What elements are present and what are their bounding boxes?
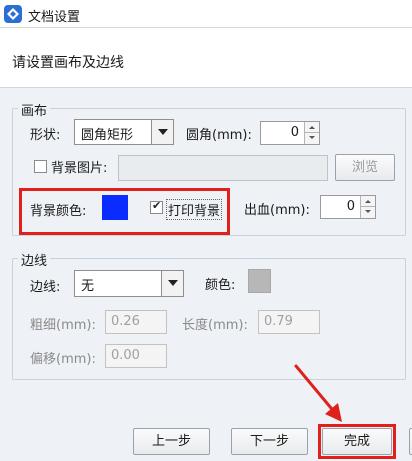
length-label: 长度(mm): bbox=[182, 318, 248, 333]
corner-label: 圆角(mm): bbox=[186, 128, 252, 143]
length-value: 0.79 bbox=[264, 314, 293, 329]
instruction-text: 请设置画布及边线 bbox=[12, 55, 124, 71]
dialog-header: 请设置画布及边线 bbox=[0, 28, 412, 88]
canvas-legend: 画布 bbox=[18, 100, 51, 119]
spin-up-icon[interactable] bbox=[361, 196, 375, 207]
shape-select-value: 圆角矩形 bbox=[81, 128, 134, 143]
border-color-label: 颜色: bbox=[205, 278, 236, 293]
corner-spinner[interactable]: 0 bbox=[260, 121, 320, 145]
browse-button[interactable]: 浏览 bbox=[335, 154, 395, 181]
offset-field[interactable]: 0.00 bbox=[105, 344, 167, 368]
bg-color-swatch[interactable] bbox=[102, 195, 128, 220]
bg-image-path-field bbox=[118, 155, 328, 181]
offset-value: 0.00 bbox=[111, 348, 140, 363]
window-title: 文档设置 bbox=[28, 10, 81, 25]
app-icon bbox=[4, 5, 22, 23]
print-bg-checkbox[interactable] bbox=[150, 199, 163, 214]
title-bar: 文档设置 bbox=[0, 0, 412, 28]
border-legend: 边线 bbox=[18, 250, 51, 269]
corner-spinner-buttons bbox=[304, 122, 319, 144]
line-select[interactable]: 无 bbox=[74, 270, 184, 297]
chevron-down-icon[interactable] bbox=[161, 271, 183, 296]
thickness-label: 粗细(mm): bbox=[30, 318, 96, 333]
arrow-annotation-icon bbox=[294, 364, 342, 422]
prev-button[interactable]: 上一步 bbox=[133, 428, 210, 455]
border-color-swatch[interactable] bbox=[248, 269, 271, 293]
length-field[interactable]: 0.79 bbox=[258, 310, 320, 334]
bleed-spinner[interactable]: 0 bbox=[320, 195, 376, 219]
print-bg-label[interactable]: 打印背景 bbox=[166, 199, 223, 220]
chevron-down-icon[interactable] bbox=[151, 120, 173, 144]
bg-color-label: 背景颜色: bbox=[30, 204, 87, 219]
shape-label: 形状: bbox=[30, 128, 61, 143]
bg-image-label: 背景图片: bbox=[51, 161, 108, 176]
bg-image-checkbox[interactable] bbox=[34, 160, 47, 173]
bleed-spinner-buttons bbox=[360, 196, 375, 218]
bleed-value: 0 bbox=[346, 199, 355, 214]
spin-down-icon[interactable] bbox=[305, 133, 319, 144]
shape-select[interactable]: 圆角矩形 bbox=[74, 119, 174, 145]
bleed-label: 出血(mm): bbox=[244, 203, 310, 218]
line-select-value: 无 bbox=[81, 279, 95, 294]
offset-label: 偏移(mm): bbox=[30, 352, 96, 367]
corner-value: 0 bbox=[290, 125, 299, 140]
finish-button[interactable]: 完成 bbox=[322, 428, 392, 455]
thickness-value: 0.26 bbox=[111, 314, 140, 329]
line-label: 边线: bbox=[30, 280, 61, 295]
spin-up-icon[interactable] bbox=[305, 122, 319, 133]
next-button[interactable]: 下一步 bbox=[231, 428, 308, 455]
thickness-field[interactable]: 0.26 bbox=[105, 310, 167, 334]
spin-down-icon[interactable] bbox=[361, 207, 375, 218]
